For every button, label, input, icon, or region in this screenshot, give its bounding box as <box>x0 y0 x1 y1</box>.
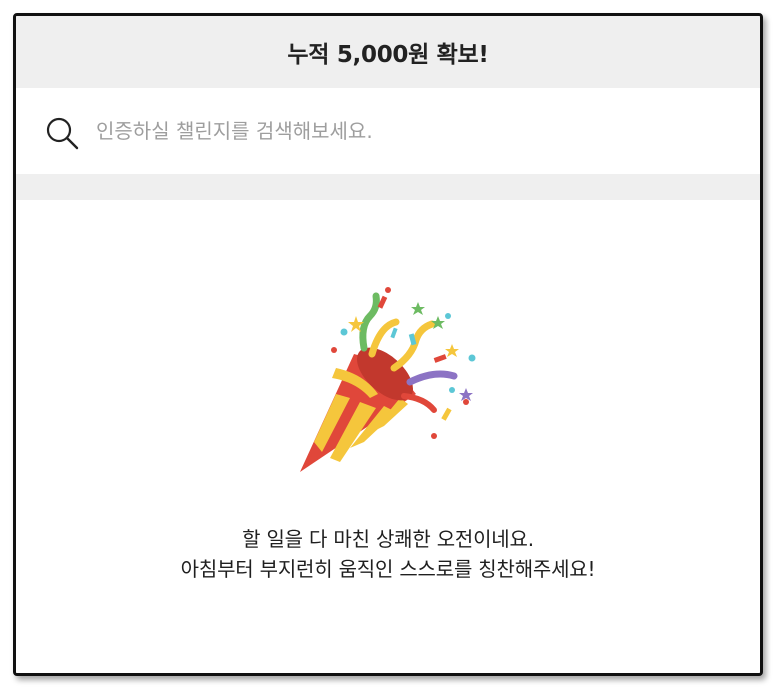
empty-state: 할 일을 다 마친 상쾌한 오전이네요. 아침부터 부지런히 움직인 스스로를 … <box>16 200 760 673</box>
page-title: 누적 5,000원 확보! <box>287 42 489 68</box>
search-icon[interactable] <box>44 115 80 151</box>
search-input[interactable] <box>96 110 716 152</box>
message-line-2: 아침부터 부지런히 움직인 스스로를 칭찬해주세요! <box>180 557 596 581</box>
app-window: 누적 5,000원 확보! 인증하실 챌린지를 검색해보세요. 할 일을 다 마… <box>13 13 763 676</box>
party-popper-icon <box>300 287 476 472</box>
search-bar[interactable] <box>16 88 760 174</box>
header-bar: 누적 5,000원 확보! <box>16 16 760 88</box>
message-line-1: 할 일을 다 마친 상쾌한 오전이네요. <box>242 527 534 551</box>
empty-state-message: 할 일을 다 마친 상쾌한 오전이네요. 아침부터 부지런히 움직인 스스로를 … <box>16 524 760 584</box>
section-divider <box>16 174 760 200</box>
